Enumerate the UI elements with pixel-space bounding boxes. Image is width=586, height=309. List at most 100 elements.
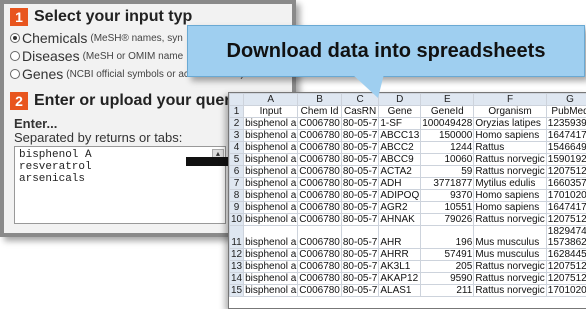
cell[interactable]: 80-05-7 [341,202,378,214]
cell[interactable]: C006780 [298,166,342,178]
cell[interactable]: 80-05-7 [341,166,378,178]
radio-button[interactable] [10,51,20,61]
cell[interactable]: C006780 [298,142,342,154]
cell[interactable]: 80-05-7 [341,273,378,285]
cell[interactable]: 80-05-7 [341,249,378,261]
row-number[interactable]: 8 [230,190,244,202]
cell[interactable]: 15901920 [546,154,586,166]
cell[interactable]: C006780 [298,154,342,166]
cell[interactable]: 12359393 [546,118,586,130]
cell[interactable]: Rattus norvegic [474,214,546,226]
cell[interactable]: Rattus norvegic [474,154,546,166]
cell[interactable]: 80-05-7 [341,285,378,297]
cell[interactable]: 80-05-7 [341,130,378,142]
cell[interactable]: 12075121 [546,261,586,273]
cell[interactable]: 80-05-7 [341,154,378,166]
cell[interactable]: 3771877 [421,178,474,190]
cell[interactable]: 59 [421,166,474,178]
cell[interactable]: 80-05-7 [341,142,378,154]
cell[interactable]: 12075121 [546,214,586,226]
cell[interactable]: AK3L1 [379,261,421,273]
cell[interactable]: 1244 [421,142,474,154]
cell[interactable]: 15466492 [546,142,586,154]
cell[interactable]: Oryzias latipes [474,118,546,130]
cell[interactable]: ABCC2 [379,142,421,154]
cell[interactable]: bisphenol a [244,273,298,285]
cell[interactable]: Mytilus edulis [474,178,546,190]
cell[interactable]: bisphenol a [244,154,298,166]
cell[interactable]: ACTA2 [379,166,421,178]
cell[interactable]: Homo sapiens [474,190,546,202]
cell[interactable]: 16284450 [546,249,586,261]
cell[interactable]: bisphenol a [244,249,298,261]
cell[interactable]: bisphenol a [244,142,298,154]
cell[interactable]: AHRR [379,249,421,261]
row-number[interactable]: 13 [230,261,244,273]
cell[interactable]: Gene [379,106,421,118]
cell[interactable]: C006780 [298,261,342,273]
cell[interactable]: C006780 [298,226,342,249]
cell[interactable]: 17010207 [546,285,586,297]
cell[interactable]: AGR2 [379,202,421,214]
cell[interactable]: 10060 [421,154,474,166]
row-number[interactable]: 14 [230,273,244,285]
cell[interactable]: C006780 [298,202,342,214]
cell[interactable]: C006780 [298,214,342,226]
row-number[interactable]: 4 [230,142,244,154]
row-number[interactable]: 6 [230,166,244,178]
radio-chemicals[interactable]: Chemicals (MeSH® names, syn [10,30,183,46]
cell[interactable]: bisphenol a [244,202,298,214]
cell[interactable]: 17010207 [546,190,586,202]
row-number[interactable]: 9 [230,202,244,214]
cell[interactable]: 80-05-7 [341,261,378,273]
select-all-corner[interactable] [230,94,244,106]
cell[interactable]: 12075121 [546,166,586,178]
cell[interactable]: 80-05-7 [341,190,378,202]
cell[interactable]: 57491 [421,249,474,261]
cell[interactable]: Homo sapiens [474,130,546,142]
cell[interactable]: GeneId [421,106,474,118]
cell[interactable]: Input [244,106,298,118]
cell[interactable]: Organism [474,106,546,118]
cell[interactable]: bisphenol a [244,166,298,178]
cell[interactable]: ADH [379,178,421,190]
cell[interactable]: 79026 [421,214,474,226]
row-number[interactable]: 1 [230,106,244,118]
cell[interactable]: AHR [379,226,421,249]
cell[interactable]: bisphenol a [244,118,298,130]
cell[interactable]: 205 [421,261,474,273]
cell[interactable]: 10551 [421,202,474,214]
cell[interactable]: 80-05-7 [341,118,378,130]
column-header[interactable]: G [546,94,586,106]
column-header[interactable]: F [474,94,546,106]
cell[interactable]: bisphenol a [244,226,298,249]
cell[interactable]: 100049428 [421,118,474,130]
column-header[interactable]: D [379,94,421,106]
cell[interactable]: Rattus norvegic [474,285,546,297]
cell[interactable]: 1-SF [379,118,421,130]
column-header[interactable]: B [298,94,342,106]
cell[interactable]: Rattus norvegic [474,166,546,178]
cell[interactable]: 16603574 [546,178,586,190]
cell[interactable]: 9590 [421,273,474,285]
row-number[interactable]: 15 [230,285,244,297]
cell[interactable]: 16474171 [546,202,586,214]
cell[interactable]: C006780 [298,249,342,261]
cell[interactable]: bisphenol a [244,190,298,202]
cell[interactable]: ALAS1 [379,285,421,297]
cell[interactable]: C006780 [298,190,342,202]
cell[interactable]: bisphenol a [244,178,298,190]
cell[interactable]: bisphenol a [244,285,298,297]
cell[interactable]: bisphenol a [244,261,298,273]
cell[interactable]: AHNAK [379,214,421,226]
row-number[interactable]: 5 [230,154,244,166]
cell[interactable]: 9370 [421,190,474,202]
cell[interactable]: C006780 [298,130,342,142]
row-number[interactable]: 3 [230,130,244,142]
column-header[interactable]: A [244,94,298,106]
cell[interactable]: Mus musculus [474,226,546,249]
cell[interactable]: Rattus [474,142,546,154]
row-number[interactable]: 11 [230,226,244,249]
radio-button[interactable] [10,69,20,79]
cell[interactable]: bisphenol a [244,214,298,226]
